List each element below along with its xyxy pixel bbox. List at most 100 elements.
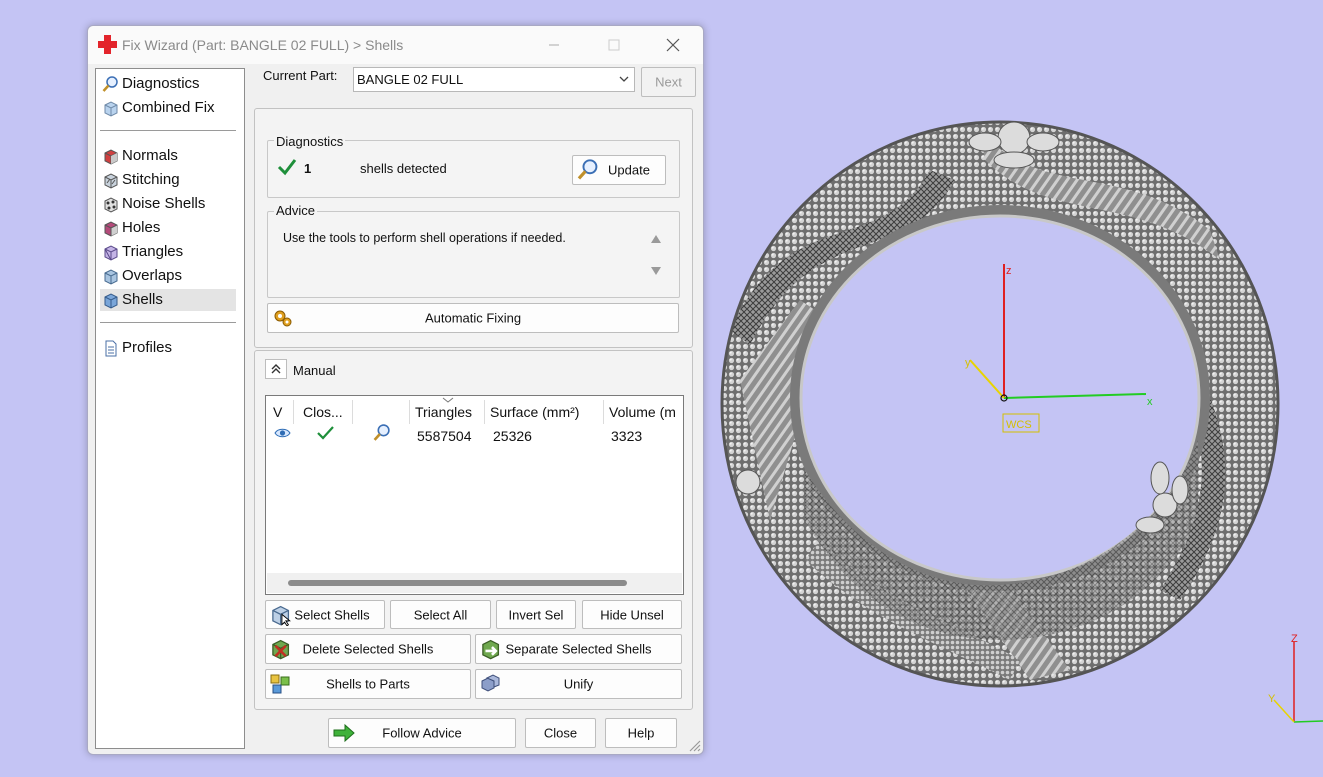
collapse-manual-button[interactable] xyxy=(265,359,287,379)
bangle-model[interactable] xyxy=(700,110,1300,710)
select-all-label: Select All xyxy=(413,607,468,622)
triangles-icon xyxy=(104,245,118,261)
nav-item-profiles[interactable]: Profiles xyxy=(100,337,236,359)
mini-axis-z-label: Z xyxy=(1291,633,1298,645)
advice-text-box[interactable]: Use the tools to perform shell operation… xyxy=(280,225,667,285)
select-shells-button[interactable]: Select Shells xyxy=(265,600,385,629)
cube-icon xyxy=(104,101,118,117)
sort-indicator-icon xyxy=(442,397,454,403)
nav-divider xyxy=(100,130,236,131)
nav-divider xyxy=(100,322,236,323)
help-label: Help xyxy=(627,725,655,741)
nav-item-label: Stitching xyxy=(122,171,180,188)
advice-group-title: Advice xyxy=(274,203,318,218)
delete-selected-label: Delete Selected Shells xyxy=(302,641,434,657)
nav-item-shells[interactable]: Shells xyxy=(100,289,236,311)
nav-item-label: Diagnostics xyxy=(122,75,200,92)
follow-advice-button[interactable]: Follow Advice xyxy=(328,718,516,748)
current-part-label: Current Part: xyxy=(263,68,338,83)
wcs-label: WCS xyxy=(1006,419,1032,431)
select-shells-label: Select Shells xyxy=(294,607,370,622)
maximize-icon xyxy=(608,39,620,51)
nav-item-stitching[interactable]: Stitching xyxy=(100,169,236,191)
follow-advice-label: Follow Advice xyxy=(382,725,462,741)
advice-text: Use the tools to perform shell operation… xyxy=(283,231,566,245)
invert-selection-button[interactable]: Invert Sel xyxy=(496,600,576,629)
delete-selected-shells-button[interactable]: Delete Selected Shells xyxy=(265,634,471,664)
mini-axis-y-label: Y xyxy=(1268,693,1276,705)
next-button-label: Next xyxy=(655,74,682,90)
scrollbar-thumb[interactable] xyxy=(288,580,627,586)
nav-item-label: Profiles xyxy=(122,339,173,356)
resize-grip-icon[interactable] xyxy=(687,738,701,752)
window-title: Fix Wizard (Part: BANGLE 02 FULL) > Shel… xyxy=(122,37,404,53)
eye-icon[interactable] xyxy=(274,426,291,440)
nav-item-combined-fix[interactable]: Combined Fix xyxy=(100,97,236,119)
nav-item-label: Shells xyxy=(122,291,163,308)
update-button[interactable]: Update xyxy=(572,155,666,185)
axis-y-label: y xyxy=(965,357,971,369)
nav-item-label: Holes xyxy=(122,219,161,236)
nav-item-overlaps[interactable]: Overlaps xyxy=(100,265,236,287)
check-icon xyxy=(317,426,334,440)
shells-cube-icon xyxy=(104,293,118,309)
shells-to-parts-label: Shells to Parts xyxy=(326,676,410,692)
cell-volume: 3323 xyxy=(611,428,643,444)
nav-item-holes[interactable]: Holes xyxy=(100,217,236,239)
close-window-button[interactable] xyxy=(650,30,696,60)
nav-item-label: Overlaps xyxy=(122,267,183,284)
document-icon xyxy=(105,340,117,357)
unify-button[interactable]: Unify xyxy=(475,669,682,699)
table-horizontal-scrollbar[interactable] xyxy=(267,573,682,593)
normals-cube-icon xyxy=(104,149,118,165)
nav-item-label: Combined Fix xyxy=(122,99,215,116)
scroll-up-icon[interactable] xyxy=(651,235,661,243)
shells-detected-text: shells detected xyxy=(360,161,447,176)
separate-selected-shells-button[interactable]: Separate Selected Shells xyxy=(475,634,682,664)
current-part-select[interactable]: BANGLE 02 FULL xyxy=(353,67,635,92)
shells-table[interactable]: V Clos... Triangles Surface (mm²) Volume… xyxy=(265,395,684,595)
red-cross-icon xyxy=(98,35,117,54)
col-header-volume[interactable]: Volume (m xyxy=(609,402,676,424)
nav-item-label: Triangles xyxy=(122,243,184,260)
next-button[interactable]: Next xyxy=(641,67,696,97)
chevron-up-icon xyxy=(271,364,281,374)
axis-z-label: z xyxy=(1006,265,1012,277)
invert-sel-label: Invert Sel xyxy=(508,607,564,622)
hide-unselected-button[interactable]: Hide Unsel xyxy=(582,600,682,629)
magnifier-icon[interactable] xyxy=(373,424,391,442)
chevron-down-icon xyxy=(619,76,629,82)
title-bar[interactable]: Fix Wizard (Part: BANGLE 02 FULL) > Shel… xyxy=(88,26,703,64)
manual-title: Manual xyxy=(293,363,336,378)
col-header-triangles[interactable]: Triangles xyxy=(415,402,472,424)
fix-wizard-window: Fix Wizard (Part: BANGLE 02 FULL) > Shel… xyxy=(87,25,704,755)
col-header-closed[interactable]: Clos... xyxy=(303,402,343,424)
nav-item-noise-shells[interactable]: Noise Shells xyxy=(100,193,236,215)
nav-item-diagnostics[interactable]: Diagnostics xyxy=(100,73,236,95)
update-button-label: Update xyxy=(608,162,650,178)
wizard-nav-list: Diagnostics Combined Fix Normals Stitchi… xyxy=(95,68,245,749)
maximize-button[interactable] xyxy=(591,30,637,60)
nav-item-normals[interactable]: Normals xyxy=(100,145,236,167)
automatic-fixing-button[interactable]: Automatic Fixing xyxy=(267,303,679,333)
axis-x-label: x xyxy=(1147,396,1153,408)
help-button[interactable]: Help xyxy=(605,718,677,748)
table-row[interactable]: 5587504 25326 3323 xyxy=(266,424,681,448)
nav-item-triangles[interactable]: Triangles xyxy=(100,241,236,263)
col-header-surface[interactable]: Surface (mm²) xyxy=(490,402,579,424)
automatic-fixing-label: Automatic Fixing xyxy=(424,310,522,326)
select-all-button[interactable]: Select All xyxy=(390,600,491,629)
close-label: Close xyxy=(543,725,578,741)
shells-to-parts-button[interactable]: Shells to Parts xyxy=(265,669,471,699)
cell-triangles: 5587504 xyxy=(417,428,472,444)
diagnostics-group-title: Diagnostics xyxy=(274,134,346,149)
nav-item-label: Noise Shells xyxy=(122,195,206,212)
hide-unsel-label: Hide Unsel xyxy=(600,607,664,622)
col-header-visible[interactable]: V xyxy=(273,402,282,424)
close-button[interactable]: Close xyxy=(525,718,596,748)
unify-label: Unify xyxy=(563,676,594,692)
minimize-button[interactable] xyxy=(531,30,577,60)
cell-surface: 25326 xyxy=(493,428,532,444)
close-icon xyxy=(666,38,680,52)
scroll-down-icon[interactable] xyxy=(651,267,661,275)
